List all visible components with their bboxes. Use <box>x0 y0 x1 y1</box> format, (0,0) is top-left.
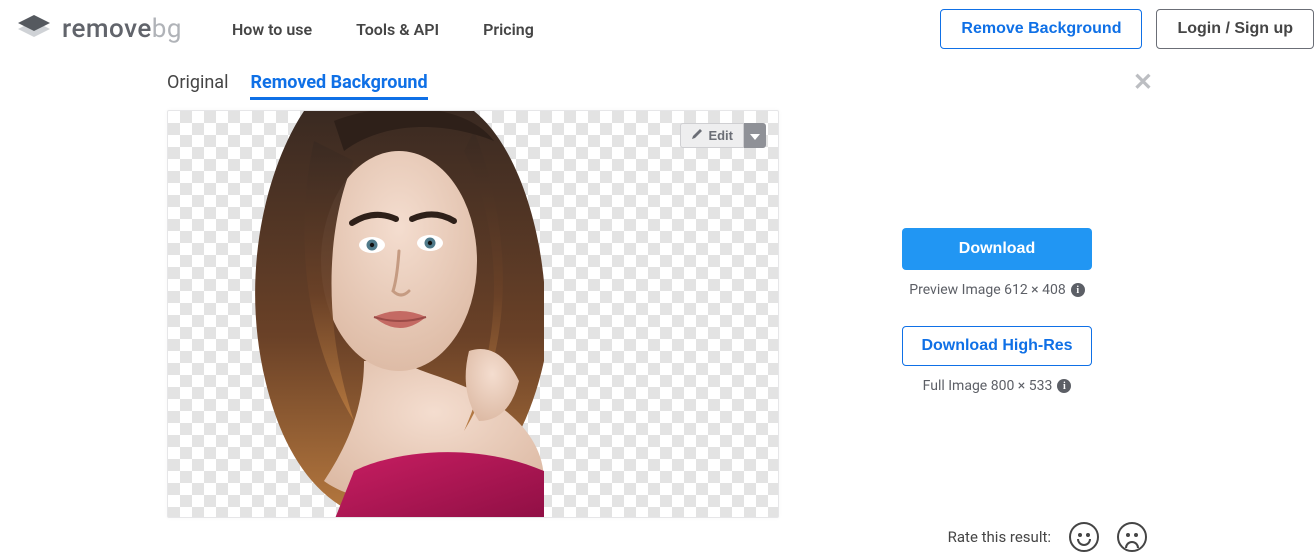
logo-text: removebg <box>62 14 182 44</box>
rate-sad-button[interactable] <box>1117 522 1147 552</box>
preview-size-text: Preview Image 612 × 408 <box>909 282 1065 298</box>
rate-label: Rate this result: <box>948 528 1051 546</box>
header-actions: Remove Background Login / Sign up <box>940 9 1314 49</box>
chevron-down-icon <box>750 128 760 143</box>
full-size-text: Full Image 800 × 533 <box>923 378 1053 394</box>
preview-size-info: Preview Image 612 × 408 i <box>909 282 1084 298</box>
logo-icon <box>16 15 52 43</box>
main-nav: How to use Tools & API Pricing <box>232 20 534 39</box>
edit-label: Edit <box>708 128 733 143</box>
nav-tools-api[interactable]: Tools & API <box>356 20 439 39</box>
pencil-icon <box>691 128 703 143</box>
rate-row: Rate this result: <box>948 522 1147 552</box>
info-icon[interactable]: i <box>1057 379 1071 393</box>
right-column: Download Preview Image 612 × 408 i Downl… <box>847 64 1147 552</box>
tab-original[interactable]: Original <box>167 72 228 100</box>
nav-pricing[interactable]: Pricing <box>483 20 534 39</box>
nav-how-to-use[interactable]: How to use <box>232 20 312 39</box>
tab-removed-background[interactable]: Removed Background <box>250 72 427 100</box>
close-icon[interactable]: ✕ <box>1133 70 1153 94</box>
header: removebg How to use Tools & API Pricing … <box>0 0 1314 58</box>
download-hires-button[interactable]: Download High-Res <box>902 326 1092 366</box>
info-icon[interactable]: i <box>1071 283 1085 297</box>
remove-background-button[interactable]: Remove Background <box>940 9 1142 49</box>
edit-button[interactable]: Edit <box>680 123 744 148</box>
left-column: Original Removed Background <box>167 64 847 552</box>
login-signup-button[interactable]: Login / Sign up <box>1156 9 1314 49</box>
result-panel: ✕ Original Removed Background <box>167 58 1147 552</box>
full-size-info: Full Image 800 × 533 i <box>923 378 1072 394</box>
person-cutout <box>244 111 544 518</box>
rate-happy-button[interactable] <box>1069 522 1099 552</box>
edit-dropdown-button[interactable] <box>744 123 766 148</box>
download-button[interactable]: Download <box>902 228 1092 270</box>
result-canvas: Edit <box>167 110 779 518</box>
edit-button-group: Edit <box>680 123 766 148</box>
logo[interactable]: removebg <box>16 14 182 44</box>
result-tabs: Original Removed Background <box>167 64 847 110</box>
